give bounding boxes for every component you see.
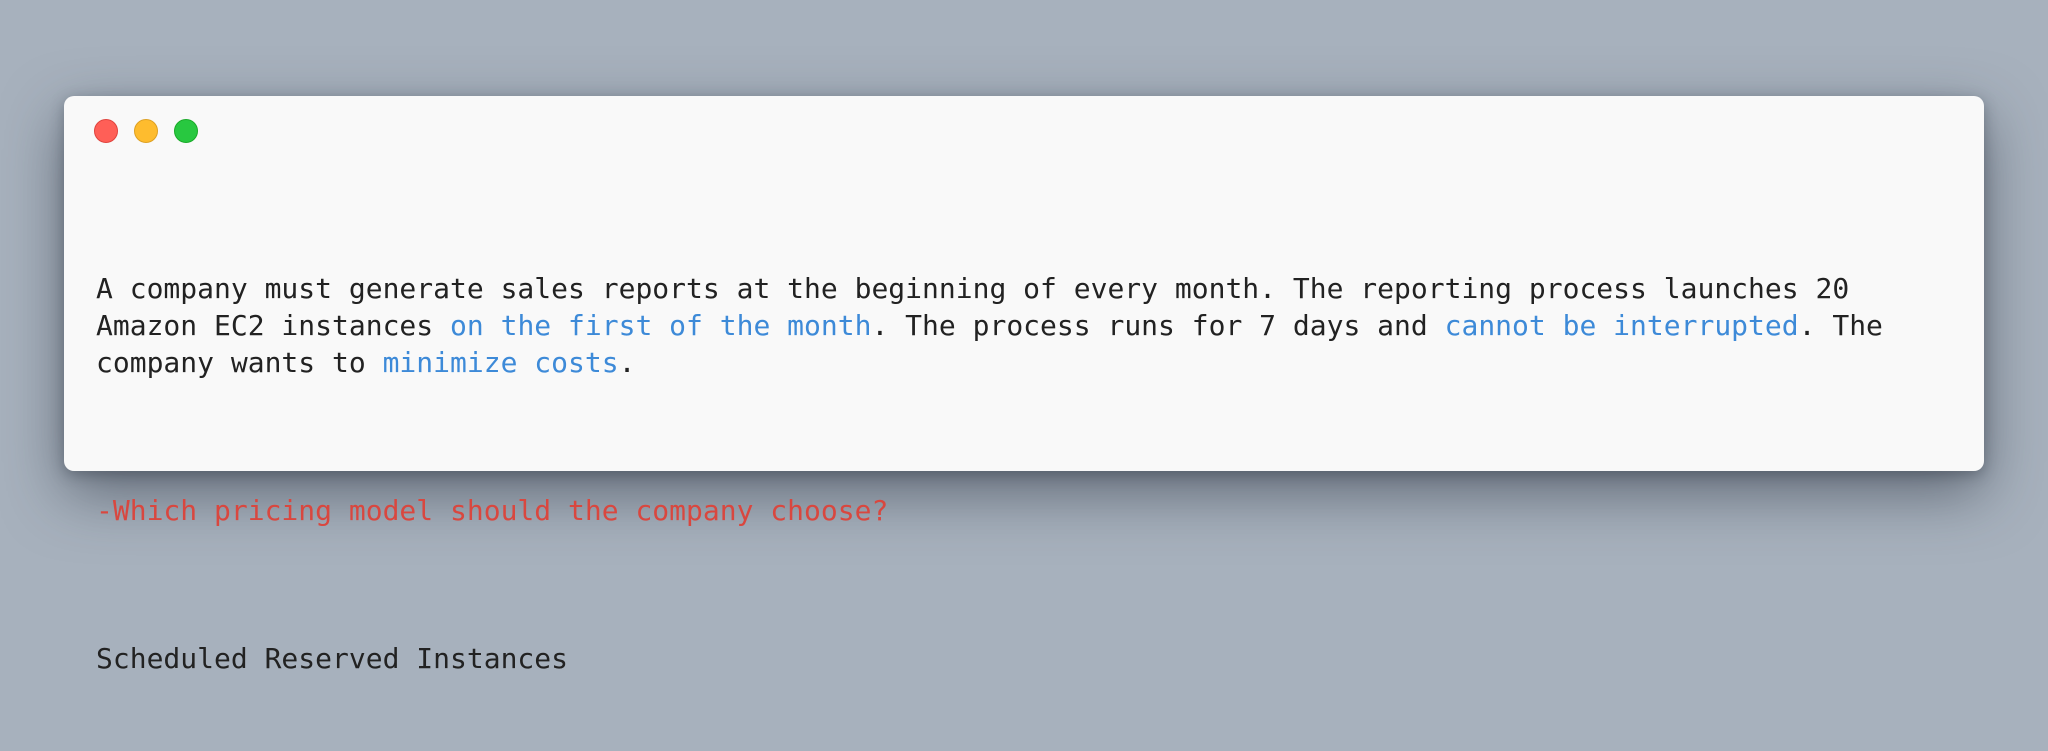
passage-text: . The process runs for 7 days and (871, 309, 1445, 342)
close-button[interactable] (94, 119, 118, 143)
minimize-button[interactable] (134, 119, 158, 143)
passage-text: . (618, 346, 636, 379)
highlight-cannot-be-interrupted: cannot be interrupted (1444, 309, 1799, 342)
window-content: A company must generate sales reports at… (96, 196, 1944, 751)
highlight-first-of-month: on the first of the month (450, 309, 872, 342)
highlight-minimize-costs: minimize costs (382, 346, 619, 379)
question-passage: A company must generate sales reports at… (96, 270, 1944, 381)
window-controls (94, 119, 198, 143)
maximize-button[interactable] (174, 119, 198, 143)
question-prompt: -Which pricing model should the company … (96, 494, 889, 527)
answer-text: Scheduled Reserved Instances (96, 642, 569, 675)
terminal-window: A company must generate sales reports at… (64, 96, 1984, 675)
